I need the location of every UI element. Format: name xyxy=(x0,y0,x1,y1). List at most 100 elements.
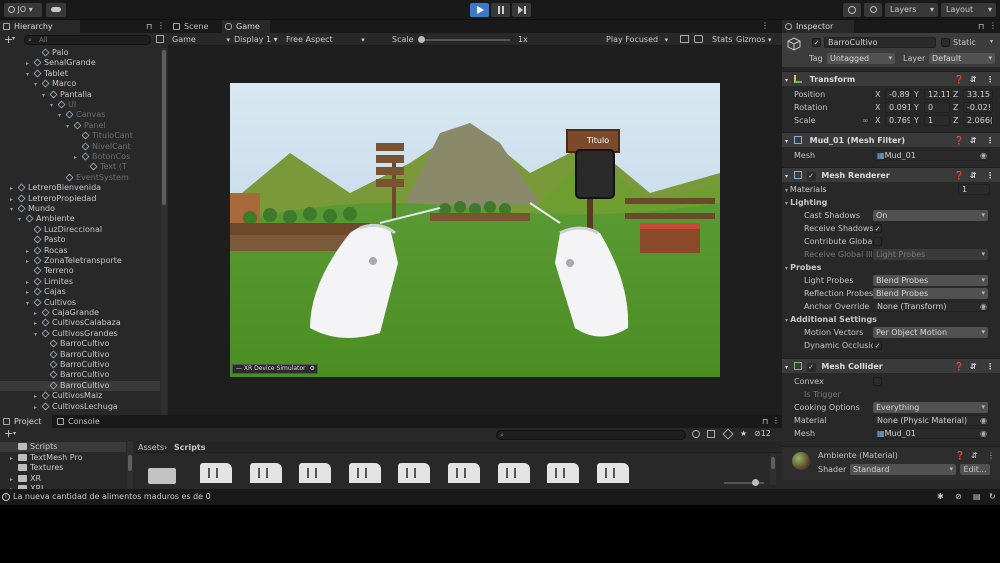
search-button[interactable] xyxy=(864,3,882,17)
settings-icon[interactable]: ⚙ xyxy=(310,365,315,373)
mute-audio-icon[interactable] xyxy=(680,35,689,43)
position-z-field[interactable]: 33.15 xyxy=(963,89,993,100)
component-menu-icon[interactable]: ⋮ xyxy=(986,133,994,148)
search-by-label-icon[interactable] xyxy=(707,430,715,438)
tab-console[interactable]: Console xyxy=(54,415,106,428)
more-menu-icon[interactable]: ⋮ xyxy=(772,416,780,425)
scale-x-field[interactable]: 0.769 xyxy=(885,115,911,126)
layers-dropdown[interactable]: Layers ▾ xyxy=(885,3,938,17)
hierarchy-item[interactable]: BarroCultivo xyxy=(0,350,160,360)
hierarchy-item[interactable]: ▾ Ambiente xyxy=(0,214,160,224)
hierarchy-search-input[interactable]: ⌕ All xyxy=(24,35,151,45)
materials-count-field[interactable]: 1 xyxy=(958,184,990,195)
project-folder-item[interactable]: ▸ XR xyxy=(0,474,126,484)
folder-asset[interactable] xyxy=(148,468,176,484)
shader-dropdown[interactable]: Standard xyxy=(850,464,956,475)
dynamic-occlusion-checkbox[interactable]: ✓ xyxy=(873,341,882,350)
hierarchy-item[interactable]: Text (T xyxy=(0,162,160,172)
tab-inspector[interactable]: Inspector xyxy=(782,20,854,33)
hierarchy-item[interactable]: TituloCant xyxy=(0,131,160,141)
pause-button[interactable] xyxy=(491,3,510,17)
project-folder-item[interactable]: Textures xyxy=(0,463,126,473)
receive-shadows-checkbox[interactable]: ✓ xyxy=(873,224,882,233)
scale-slider[interactable] xyxy=(418,36,510,43)
script-asset-icon[interactable] xyxy=(249,463,282,483)
hierarchy-item[interactable]: ▾ Tablet xyxy=(0,69,160,79)
presets-icon[interactable]: ⇵ xyxy=(970,133,977,148)
account-dropdown[interactable]: JO ▾ xyxy=(4,3,42,17)
mesh-collider-header[interactable]: ▾ ✓ Mesh Collider ❓ ⇵ ⋮ xyxy=(782,358,1000,373)
hierarchy-item[interactable]: BarroCultivo xyxy=(0,360,160,370)
game-viewport[interactable]: Titulo — XR Device Simulator ⚙ xyxy=(230,83,720,377)
more-menu-icon[interactable]: ⋮ xyxy=(157,21,165,30)
hierarchy-scrollbar[interactable] xyxy=(161,48,167,415)
folder-scrollbar[interactable] xyxy=(127,441,133,489)
assets-scrollbar[interactable] xyxy=(770,455,776,485)
script-asset-icon[interactable] xyxy=(547,463,580,483)
rotation-y-field[interactable]: 0 xyxy=(924,102,950,113)
scale-slider-handle[interactable] xyxy=(418,36,425,43)
hierarchy-item[interactable]: NivelCant xyxy=(0,142,160,152)
debug-icon[interactable]: ✱ xyxy=(937,489,944,505)
mesh-filter-mesh-field[interactable]: ▦Mud_01 xyxy=(873,150,989,161)
hierarchy-item[interactable]: ▾ Canvas xyxy=(0,110,160,120)
hierarchy-item[interactable]: ▾ Pantalla xyxy=(0,90,160,100)
stats-button[interactable]: Stats xyxy=(712,35,732,44)
hierarchy-item[interactable]: ▸ CajaGrande xyxy=(0,308,160,318)
project-folder-item[interactable]: ▸ TextMesh Pro xyxy=(0,453,126,463)
more-menu-icon[interactable]: ⋮ xyxy=(989,21,997,30)
tab-hierarchy[interactable]: Hierarchy xyxy=(0,20,80,33)
project-search-input[interactable]: ⌕ xyxy=(496,430,686,440)
icon-size-slider[interactable] xyxy=(724,479,764,486)
step-button[interactable] xyxy=(512,3,531,17)
presets-icon[interactable]: ⇵ xyxy=(970,168,977,183)
scrollbar-thumb[interactable] xyxy=(771,457,775,469)
component-menu-icon[interactable]: ⋮ xyxy=(986,72,994,87)
layout-dropdown[interactable]: Layout ▾ xyxy=(941,3,996,17)
hierarchy-item[interactable]: Palo xyxy=(0,48,160,58)
hierarchy-item[interactable]: ▾ Panel xyxy=(0,121,160,131)
hierarchy-item[interactable]: BarroCultivo xyxy=(0,380,160,392)
hierarchy-item[interactable]: ▾ CultivosGrandes xyxy=(0,329,160,339)
collaborate-icon[interactable]: ↻ xyxy=(989,489,996,505)
cast-shadows-dropdown[interactable]: On xyxy=(873,210,988,221)
hidden-packages-button[interactable]: ⊘12 xyxy=(754,429,771,438)
help-icon[interactable]: ❓ xyxy=(954,168,964,183)
hierarchy-item[interactable]: ▸ CultivosMaiz xyxy=(0,391,160,401)
object-picker-icon[interactable]: ◉ xyxy=(980,414,987,427)
hierarchy-item[interactable]: Pasto xyxy=(0,235,160,245)
object-picker-icon[interactable]: ◉ xyxy=(980,149,987,162)
script-asset-icon[interactable] xyxy=(299,463,332,483)
help-icon[interactable]: ❓ xyxy=(954,72,964,87)
hierarchy-item[interactable]: ▸ CultivosLechuga xyxy=(0,402,160,412)
script-asset-icon[interactable] xyxy=(497,463,530,483)
hierarchy-item[interactable]: EventSystem xyxy=(0,173,160,183)
anchor-override-field[interactable]: None (Transform) xyxy=(873,301,989,312)
add-icon[interactable]: + xyxy=(4,427,13,440)
project-folder-item[interactable]: Scripts xyxy=(0,442,126,453)
lighting-section[interactable]: Lighting xyxy=(782,196,1000,209)
progress-icon[interactable]: ⊘ xyxy=(955,489,962,505)
scale-y-field[interactable]: 1 xyxy=(924,115,950,126)
probes-section[interactable]: Probes xyxy=(782,261,1000,274)
chevron-down-icon[interactable]: ▾ xyxy=(990,38,993,45)
additional-settings-section[interactable]: Additional Settings xyxy=(782,313,1000,326)
hierarchy-item[interactable]: ▸ Rocas xyxy=(0,246,160,256)
object-picker-icon[interactable]: ◉ xyxy=(980,300,987,313)
tab-scene[interactable]: Scene xyxy=(170,20,222,33)
xr-device-simulator-panel[interactable]: — XR Device Simulator ⚙ xyxy=(232,364,318,374)
tag-icon[interactable] xyxy=(722,428,734,440)
script-asset-icon[interactable] xyxy=(200,463,232,483)
filter-icon[interactable] xyxy=(156,35,164,43)
lock-icon[interactable]: ⊓ xyxy=(146,22,152,31)
display-dropdown[interactable]: Display 1 ▾ xyxy=(234,35,278,44)
aspect-dropdown[interactable]: Free Aspect ▾ xyxy=(286,35,365,44)
play-focused-dropdown[interactable]: Play Focused ▾ xyxy=(606,35,668,44)
help-icon[interactable]: ❓ xyxy=(955,451,965,460)
component-menu-icon[interactable]: ⋮ xyxy=(986,168,994,183)
light-probes-dropdown[interactable]: Blend Probes xyxy=(873,275,988,286)
favorite-icon[interactable]: ★ xyxy=(740,429,747,438)
mesh-renderer-header[interactable]: ▾ ✓ Mesh Renderer ❓ ⇵ ⋮ xyxy=(782,167,1000,182)
transform-header[interactable]: ▾ Transform ❓ ⇵ ⋮ xyxy=(782,71,1000,86)
presets-icon[interactable]: ⇵ xyxy=(970,359,977,374)
